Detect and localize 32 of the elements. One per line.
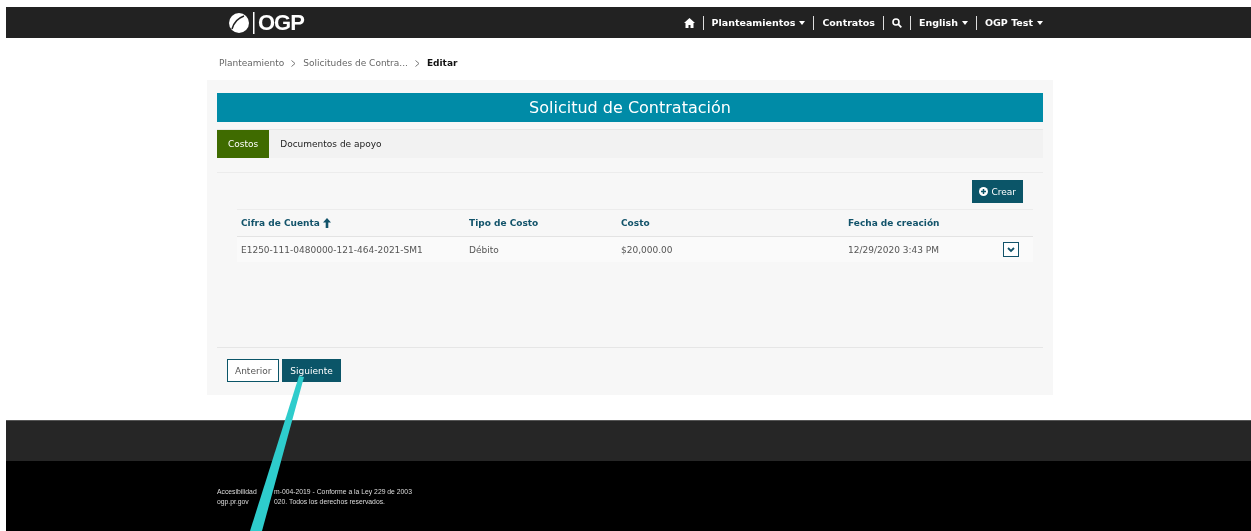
logo-icon — [228, 11, 250, 34]
column-header[interactable]: Tipo de Costo — [469, 218, 621, 228]
nav-menu[interactable]: Planteamientos — [703, 17, 814, 28]
logo-divider-icon — [253, 11, 255, 34]
chevron-icon — [414, 59, 420, 67]
table-cell-text: Débito — [469, 244, 500, 255]
caret-icon — [799, 20, 806, 25]
column-header[interactable]: Fecha de creación — [848, 218, 1003, 228]
next-button[interactable]: Siguiente — [282, 359, 341, 382]
panel-title: Solicitud de Contratación — [217, 93, 1043, 122]
chevron-down-icon — [1007, 246, 1015, 253]
tab[interactable]: Costos — [217, 130, 270, 158]
row-menu-button[interactable] — [1003, 242, 1019, 257]
breadcrumb-current: Editar — [426, 58, 458, 68]
breadcrumb-link[interactable]: Solicitudes de Contra... — [303, 58, 408, 68]
plus-circle-icon — [979, 187, 989, 196]
table-cell-text: $20,000.00 — [621, 244, 674, 255]
column-header[interactable]: Cifra de Cuenta — [241, 218, 469, 228]
caret-icon — [962, 20, 968, 25]
chevron-icon — [291, 59, 297, 67]
nav-link[interactable]: Contratos — [814, 17, 883, 28]
table-cell-text: 12/29/2020 3:43 PM — [848, 244, 940, 255]
column-header[interactable]: Costo — [621, 218, 848, 228]
nav-menu[interactable]: English — [911, 17, 976, 28]
create-button[interactable]: Crear — [972, 180, 1023, 203]
previous-button[interactable]: Anterior — [227, 359, 280, 382]
breadcrumb-link[interactable]: Planteamiento — [219, 58, 285, 68]
caret-icon — [1037, 20, 1043, 25]
nav-menu[interactable]: OGP Test — [977, 17, 1051, 28]
logo-text: OGP — [258, 9, 304, 36]
table-cell-text: E1250-111-0480000-121-464-2021-SM1 — [241, 244, 424, 255]
tab[interactable]: Documentos de apoyo — [269, 130, 393, 158]
